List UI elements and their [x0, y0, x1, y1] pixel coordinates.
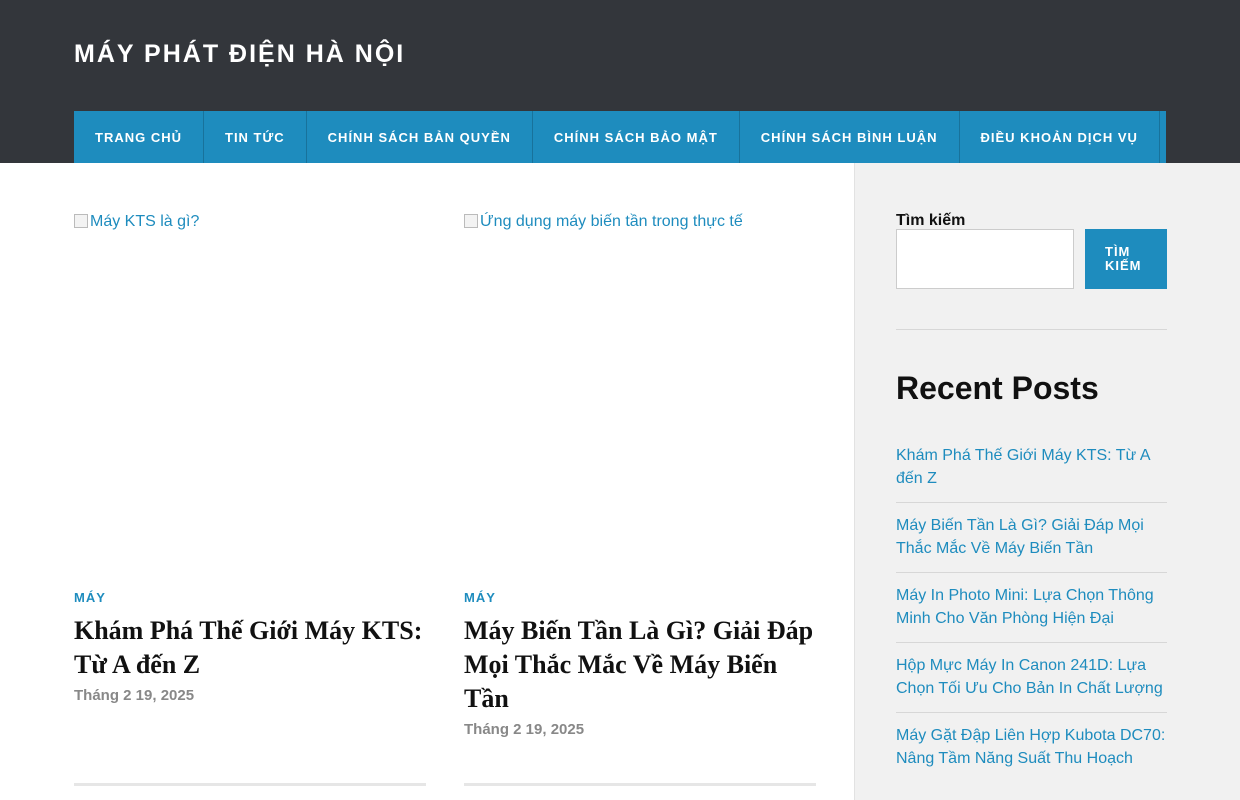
recent-post-link[interactable]: Máy Biến Tần Là Gì? Giải Đáp Mọi Thắc Mắ…	[896, 503, 1167, 573]
site-title[interactable]: MÁY PHÁT ĐIỆN HÀ NỘI	[74, 40, 405, 69]
thumbnail-alt-text: Máy KTS là gì?	[90, 213, 200, 230]
post-thumbnail[interactable]: Máy KTS là gì?	[74, 213, 426, 583]
recent-post-link[interactable]: Máy Gặt Đập Liên Hợp Kubota DC70: Nâng T…	[896, 713, 1167, 782]
broken-image-icon	[464, 214, 478, 228]
broken-image-icon	[74, 214, 88, 228]
nav-item-news[interactable]: Tin tức	[204, 111, 307, 163]
post-thumbnail[interactable]: Ứng dụng máy biến tần trong thực tế	[464, 213, 816, 583]
nav-item-privacy-policy[interactable]: Chính sách bảo mật	[533, 111, 740, 163]
post-category[interactable]: Máy	[464, 590, 816, 605]
thumbnail-alt-text: Ứng dụng máy biến tần trong thực tế	[480, 213, 743, 230]
post-divider	[74, 783, 426, 786]
recent-posts-list: Khám Phá Thế Giới Máy KTS: Từ A đến Z Má…	[896, 433, 1167, 782]
nav-item-terms-of-service[interactable]: Điều khoản dịch vụ	[960, 111, 1160, 163]
nav-item-home[interactable]: Trang chủ	[74, 111, 204, 163]
search-button[interactable]: Tìm kiếm	[1085, 229, 1167, 289]
search-label: Tìm kiếm	[896, 212, 966, 229]
nav-item-copyright-policy[interactable]: Chính sách bản quyền	[307, 111, 533, 163]
post-title[interactable]: Khám Phá Thế Giới Máy KTS: Từ A đến Z	[74, 614, 426, 682]
recent-post-link[interactable]: Hộp Mực Máy In Canon 241D: Lựa Chọn Tối …	[896, 643, 1167, 713]
post-card: Máy KTS là gì? Máy Khám Phá Thế Giới Máy…	[74, 213, 426, 704]
post-date: Tháng 2 19, 2025	[74, 687, 195, 704]
post-card: Ứng dụng máy biến tần trong thực tế Máy …	[464, 213, 816, 738]
post-category[interactable]: Máy	[74, 590, 426, 605]
recent-post-link[interactable]: Máy In Photo Mini: Lựa Chọn Thông Minh C…	[896, 573, 1167, 643]
post-title[interactable]: Máy Biến Tần Là Gì? Giải Đáp Mọi Thắc Mắ…	[464, 614, 816, 716]
recent-posts-heading: Recent Posts	[896, 370, 1099, 406]
sidebar-divider	[896, 329, 1167, 330]
nav-item-comment-policy[interactable]: Chính sách bình luận	[740, 111, 960, 163]
search-input[interactable]	[896, 229, 1074, 289]
main-nav: Trang chủ Tin tức Chính sách bản quyền C…	[74, 111, 1166, 163]
site-header: MÁY PHÁT ĐIỆN HÀ NỘI Trang chủ Tin tức C…	[0, 0, 1240, 163]
post-divider	[464, 783, 816, 786]
sidebar: Tìm kiếm Tìm kiếm Recent Posts Khám Phá …	[854, 163, 1240, 800]
main-content: Máy KTS là gì? Máy Khám Phá Thế Giới Máy…	[0, 163, 854, 800]
recent-post-link[interactable]: Khám Phá Thế Giới Máy KTS: Từ A đến Z	[896, 433, 1167, 503]
post-date: Tháng 2 19, 2025	[464, 721, 585, 738]
